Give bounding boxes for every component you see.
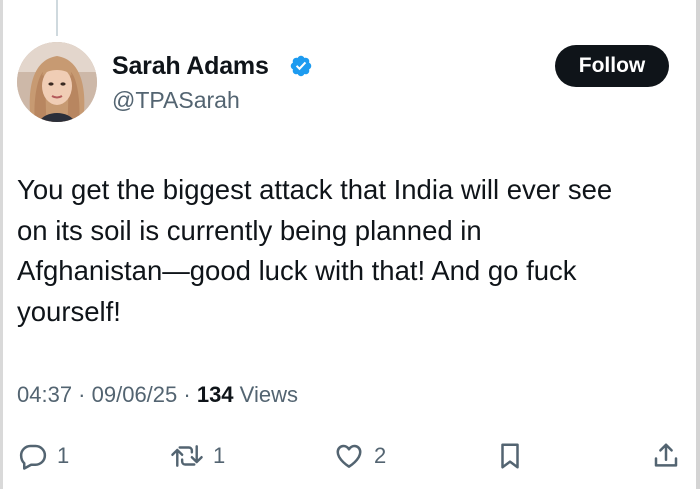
tweet-card: Sarah Adams @TPASarah Follow You get the… <box>0 0 700 489</box>
reply-count: 1 <box>57 443 70 468</box>
reply-button[interactable]: 1 <box>18 434 69 478</box>
verified-badge-icon <box>290 55 312 77</box>
views-label: Views <box>239 382 298 407</box>
share-button[interactable] <box>651 434 681 478</box>
like-button[interactable]: 2 <box>333 434 386 478</box>
views-count: 134 <box>196 382 234 407</box>
retweet-button[interactable]: 1 <box>170 434 225 478</box>
like-count: 2 <box>374 443 387 468</box>
author-handle[interactable]: @TPASarah <box>112 86 240 114</box>
thread-connector-line <box>56 0 58 36</box>
tweet-text-line: You get the biggest attack that India wi… <box>17 174 613 205</box>
heart-icon <box>336 444 362 468</box>
reply-icon <box>19 444 47 470</box>
share-icon <box>654 443 678 467</box>
tweet-text-line: Afghanistan—good luck with that! And go … <box>17 255 577 286</box>
tweet-date[interactable]: 09/06/25 <box>92 382 178 407</box>
tweet-text-line: on its soil is currently being planned i… <box>17 214 482 246</box>
follow-button[interactable]: Follow <box>555 45 669 87</box>
bookmark-button[interactable] <box>495 434 525 478</box>
meta-separator: · <box>72 382 92 407</box>
tweet-text: You get the biggest attack that India wi… <box>17 170 689 332</box>
tweet-meta: 04:37 · 09/06/25 · 134 Views <box>17 380 298 410</box>
avatar[interactable] <box>17 42 97 122</box>
tweet-text-line: yourself! <box>17 295 121 327</box>
tweet-time[interactable]: 04:37 <box>17 382 72 407</box>
right-border <box>696 0 700 489</box>
retweet-count: 1 <box>213 443 226 468</box>
avatar-image <box>17 42 97 122</box>
action-bar: 1 1 2 <box>0 434 700 478</box>
author-name[interactable]: Sarah Adams <box>112 51 269 81</box>
left-border <box>0 0 3 489</box>
retweet-icon <box>171 445 203 467</box>
bookmark-icon <box>501 443 519 469</box>
meta-separator: · <box>177 382 197 407</box>
